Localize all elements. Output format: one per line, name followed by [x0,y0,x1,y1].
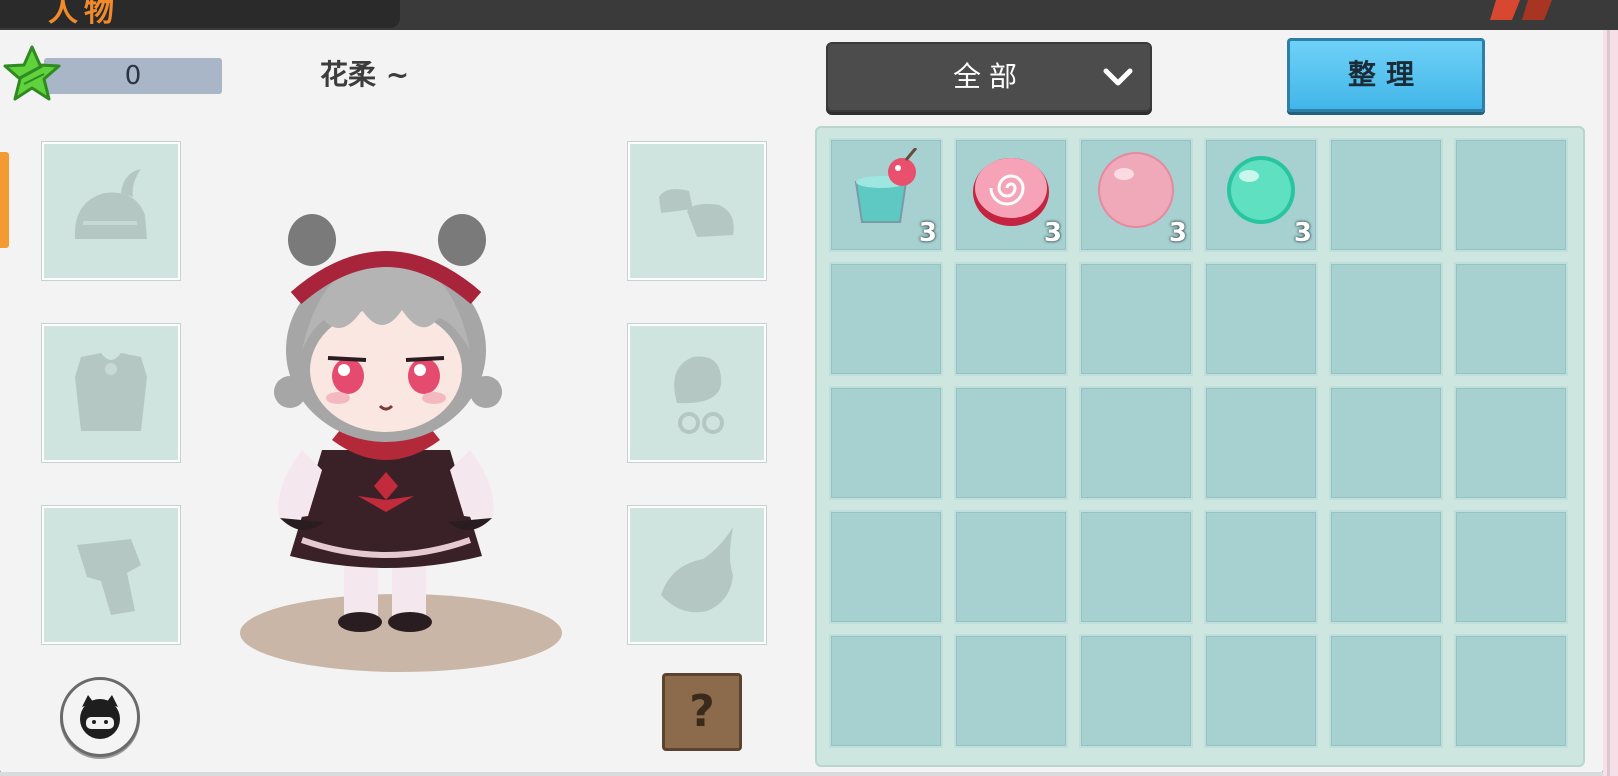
inventory-slot-empty[interactable] [954,510,1068,624]
item-count: 3 [1293,218,1312,248]
item-count: 3 [1168,218,1187,248]
help-button[interactable]: ? [662,673,742,751]
star-icon [3,45,61,101]
top-bar: 人物 [0,0,1618,30]
panel-bottom-edge [0,772,1603,776]
inventory-slot-empty[interactable] [1454,634,1568,748]
face-accessory-icon [674,356,724,434]
back-accessory-icon [661,527,733,613]
character-model[interactable] [262,200,542,650]
back-accessory-slot[interactable] [628,506,766,644]
inventory-slot-empty[interactable] [1204,634,1318,748]
item-count: 3 [918,218,937,248]
inventory-slot-empty[interactable] [1079,510,1193,624]
inventory-slot-empty[interactable] [1454,386,1568,500]
inventory-slot-empty[interactable] [954,634,1068,748]
filter-selected-value: 全部 [952,60,1025,93]
boots-slot[interactable] [628,142,766,280]
avatar-button[interactable] [60,677,140,757]
inventory-slot[interactable]: 3 [954,138,1068,252]
star-score-value: 0 [124,61,142,91]
inventory-grid: 3 3 3 3 [815,126,1585,767]
helmet-slot[interactable] [42,142,180,280]
chevron-down-icon [1103,68,1133,86]
inventory-slot[interactable]: 3 [1079,138,1193,252]
leg-armor-icon [77,539,141,615]
inventory-slot-empty[interactable] [1454,262,1568,376]
face-accessory-slot[interactable] [628,324,766,462]
inventory-slot-empty[interactable] [1329,510,1443,624]
item-count: 3 [1043,218,1062,248]
sort-button-label: 整理 [1347,58,1424,91]
helmet-icon [74,169,147,239]
close-icon[interactable] [1490,0,1560,20]
inventory-slot-empty[interactable] [1329,386,1443,500]
inventory-slot-empty[interactable] [1079,386,1193,500]
leg-armor-slot[interactable] [42,506,180,644]
help-label: ? [689,686,715,737]
player-name: 花柔 ~ [320,58,410,91]
inventory-slot-empty[interactable] [1329,138,1443,252]
candy-swirl-icon [973,158,1049,226]
side-tab-indicator[interactable] [0,152,9,248]
inventory-slot-empty[interactable] [1204,386,1318,500]
inventory-slot-empty[interactable] [829,262,943,376]
boots-icon [659,189,734,237]
inventory-slot-empty[interactable] [1079,634,1193,748]
inventory-slot-empty[interactable] [1204,262,1318,376]
inventory-slot-empty[interactable] [954,386,1068,500]
inventory-slot-empty[interactable] [1329,262,1443,376]
inventory-slot-empty[interactable] [1079,262,1193,376]
drink-cup-icon [854,148,918,223]
inventory-slot[interactable]: 3 [829,138,943,252]
inventory-slot-empty[interactable] [954,262,1068,376]
inventory-slot-empty[interactable] [829,510,943,624]
panel-edge [1603,30,1618,776]
mini-avatar-icon [80,695,120,739]
pink-orb-icon [1098,152,1174,228]
category-filter-dropdown[interactable]: 全部 [826,42,1152,112]
inventory-slot-empty[interactable] [1454,138,1568,252]
inventory-slot-empty[interactable] [829,386,943,500]
inventory-slot[interactable]: 3 [1204,138,1318,252]
green-orb-icon [1227,156,1295,224]
inventory-slot-empty[interactable] [1454,510,1568,624]
inventory-slot-empty[interactable] [829,634,943,748]
inventory-slot-empty[interactable] [1329,634,1443,748]
chest-armor-slot[interactable] [42,324,180,462]
inventory-slot-empty[interactable] [1204,510,1318,624]
sort-button[interactable]: 整理 [1287,38,1485,112]
window-title: 人物 [48,0,120,29]
chest-armor-icon [75,353,147,431]
